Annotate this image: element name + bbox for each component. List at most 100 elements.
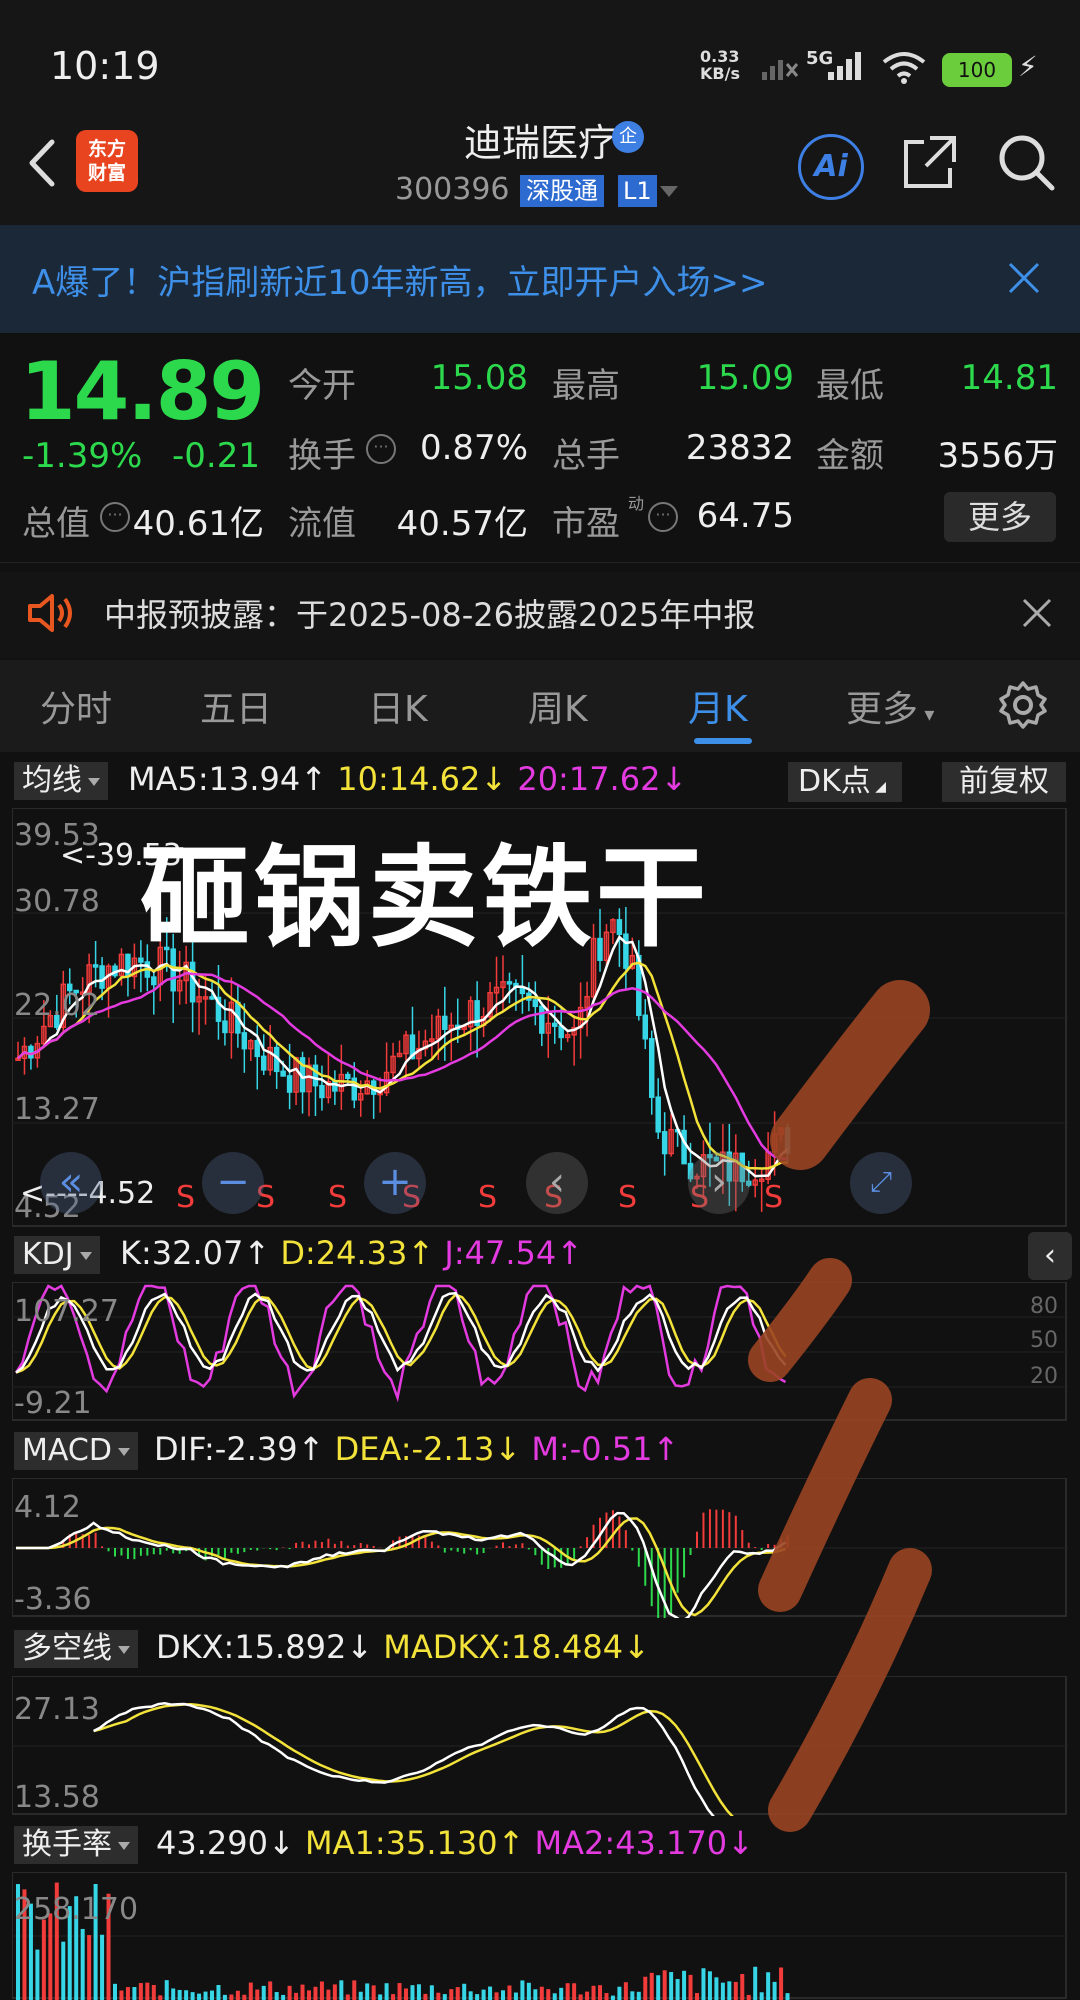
collapse-panel-button[interactable]: ‹ — [1028, 1232, 1072, 1280]
turnover-bar — [113, 1983, 117, 2000]
turnover-bar — [488, 1986, 493, 2000]
kdj-chart[interactable] — [12, 1282, 1068, 1422]
turnover-bar — [727, 1981, 732, 2000]
info-icon[interactable]: ··· — [100, 502, 130, 532]
dkx-chart[interactable] — [12, 1676, 1068, 1816]
turnover-bar — [591, 1985, 596, 2000]
dk-point-toggle[interactable]: DK点 ◢ — [788, 762, 902, 802]
clock: 10:19 — [50, 44, 160, 88]
turnover-bar — [132, 1987, 137, 2000]
zoom-out-button[interactable]: − — [202, 1152, 264, 1214]
turnover-bar — [552, 1993, 557, 2000]
turnover-bar — [313, 1986, 318, 2000]
info-icon[interactable]: ··· — [648, 502, 678, 532]
dkx-selector[interactable]: 多空线 — [14, 1630, 138, 1668]
turnover-bar — [617, 1986, 622, 2000]
kdj-values: K:32.07↑ D:24.33↑ J:47.54↑ — [120, 1234, 584, 1272]
turnover-bar — [507, 1985, 512, 2000]
turnover-bar — [177, 1989, 182, 2000]
open-value: 15.08 — [430, 358, 528, 398]
share-icon[interactable] — [900, 134, 958, 192]
turnover-bar — [494, 1992, 499, 2000]
turnover-indicator-values: 43.290↓ MA1:35.130↑ MA2:43.170↓ — [156, 1824, 754, 1862]
tab-more[interactable]: 更多 ▾ — [846, 680, 934, 732]
turnover-bar — [436, 1992, 441, 2000]
candle-body — [551, 1022, 558, 1027]
turnover-bar — [294, 1992, 299, 2000]
fullscreen-icon[interactable]: ⤢ — [850, 1152, 912, 1214]
tab-monthly-k[interactable]: 月K — [688, 680, 748, 732]
candle-body — [99, 965, 105, 989]
turnover-bar — [785, 1993, 790, 2000]
scroll-left-button[interactable]: ‹ — [526, 1152, 588, 1214]
turnover-bar — [371, 1985, 376, 2000]
macd-selector[interactable]: MACD — [14, 1432, 138, 1470]
pe-dynamic-sup: 动 — [628, 494, 645, 513]
candle-body — [222, 1020, 228, 1034]
gear-icon[interactable] — [998, 680, 1048, 730]
turnover-bar — [656, 1975, 661, 2000]
back-arrow-icon[interactable] — [22, 128, 62, 198]
chart-frame — [12, 1676, 1067, 1815]
wifi-icon — [882, 52, 926, 84]
scroll-left-fast-button[interactable]: « — [40, 1152, 102, 1214]
close-icon[interactable] — [1004, 258, 1044, 298]
turnover-bar — [222, 1994, 227, 2000]
turnover-chart[interactable] — [12, 1872, 1068, 2000]
tab-five-day[interactable]: 五日 — [200, 680, 272, 732]
turnover-bar — [733, 1981, 738, 2000]
turnover-bar — [662, 1970, 667, 2000]
open-label: 今开 — [288, 366, 356, 406]
adjust-mode-button[interactable]: 前复权 — [942, 762, 1066, 802]
turnover-selector[interactable]: 换手率 — [14, 1826, 138, 1864]
macd-chart[interactable] — [12, 1478, 1068, 1618]
candle-body — [209, 996, 215, 1000]
turnover-bar — [636, 1991, 641, 2000]
tab-daily-k[interactable]: 日K — [368, 680, 428, 732]
turnover-bar — [248, 1982, 253, 2000]
candle-body — [655, 1096, 661, 1133]
turnover-bar — [158, 1995, 163, 2000]
promo-banner-text[interactable]: A爆了！沪指刷新近10年新高，立即开户入场>> — [32, 255, 768, 304]
tab-weekly-k[interactable]: 周K — [528, 680, 588, 732]
turnover-bar — [429, 1985, 434, 2000]
more-quote-button[interactable]: 更多 — [944, 492, 1056, 542]
turnover-bar — [281, 1994, 286, 2000]
search-icon[interactable] — [996, 132, 1056, 192]
tab-intraday[interactable]: 分时 — [40, 680, 112, 732]
candle-body — [442, 1015, 448, 1030]
turnover-bar — [268, 1981, 273, 2000]
kdj-axis-top: 107.27 — [14, 1294, 119, 1329]
turnover-bar — [610, 1995, 615, 2000]
high-label: 最高 — [552, 366, 620, 406]
ma-selector[interactable]: 均线 — [14, 762, 108, 800]
pe-label: 市盈 — [552, 504, 620, 544]
speaker-icon — [28, 594, 72, 632]
candle-body — [92, 964, 99, 968]
close-icon[interactable] — [1020, 596, 1054, 630]
turnover-bar — [171, 1988, 176, 2000]
turnover-bar — [539, 1986, 544, 2000]
candle-body — [642, 1014, 649, 1040]
zoom-in-button[interactable]: + — [364, 1152, 426, 1214]
app-logo[interactable]: 东方 财富 — [76, 130, 138, 192]
scroll-right-button[interactable]: › — [688, 1152, 750, 1214]
kdj-selector[interactable]: KDJ — [14, 1236, 100, 1274]
turnover-bar — [145, 1982, 150, 2000]
turnover-bar — [197, 1993, 202, 2000]
turnover-bar — [319, 1981, 324, 2000]
candle-body — [280, 1070, 286, 1077]
turnover-bar — [643, 1976, 648, 2000]
connect-tag: 深股通 — [520, 175, 604, 207]
info-icon[interactable]: ··· — [366, 434, 396, 464]
stock-dropdown-caret-icon[interactable] — [660, 186, 678, 197]
sell-marker: S — [176, 1180, 196, 1215]
turnover-bar — [649, 1972, 654, 2000]
active-tab-indicator — [694, 738, 752, 744]
dkx-line — [93, 1701, 715, 1816]
ai-assistant-button[interactable]: Ai — [798, 134, 864, 200]
battery-icon: 100 — [942, 53, 1012, 87]
turnover-value: 0.87% — [419, 428, 528, 468]
turnover-bar — [578, 1994, 583, 2000]
notice-text[interactable]: 中报预披露：于2025-08-26披露2025年中报 — [104, 590, 755, 636]
